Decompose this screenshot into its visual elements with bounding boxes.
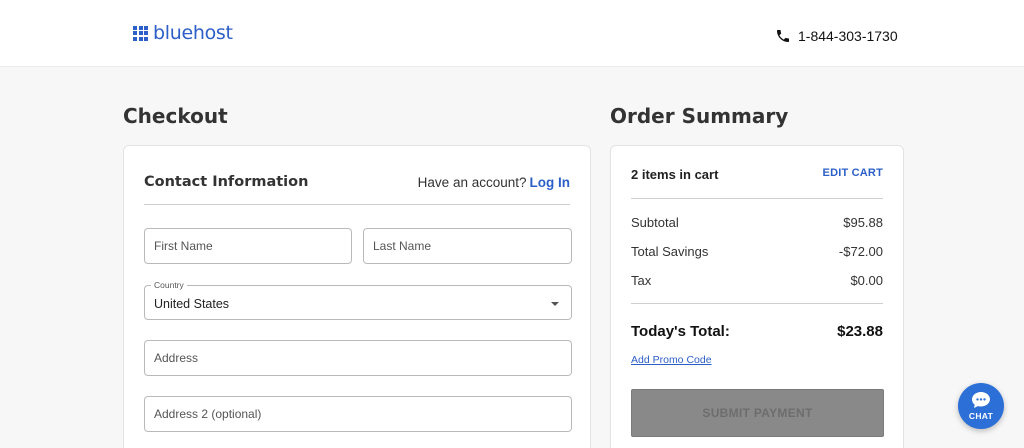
- submit-payment-button[interactable]: SUBMIT PAYMENT: [631, 389, 884, 437]
- login-link[interactable]: Log In: [530, 175, 571, 190]
- bluehost-logo-grid-icon: [133, 25, 148, 41]
- tax-label: Tax: [631, 273, 652, 288]
- last-name-input[interactable]: [364, 229, 571, 263]
- address2-input[interactable]: [145, 397, 571, 431]
- order-summary-title: Order Summary: [610, 104, 789, 128]
- contact-information-card: Contact Information Have an account? Log …: [123, 145, 591, 448]
- edit-cart-link[interactable]: EDIT CART: [823, 167, 883, 182]
- chat-button[interactable]: CHAT: [958, 383, 1004, 429]
- country-select[interactable]: Country United States: [144, 280, 572, 320]
- phone-link[interactable]: 1-844-303-1730: [775, 28, 898, 44]
- country-label: Country: [151, 280, 187, 290]
- bluehost-logo[interactable]: bluehost: [133, 22, 233, 44]
- chevron-down-icon: [551, 302, 559, 306]
- order-summary-card: 2 items in cart EDIT CART Subtotal $95.8…: [610, 145, 904, 448]
- cart-header: 2 items in cart EDIT CART: [631, 167, 883, 182]
- phone-number: 1-844-303-1730: [798, 28, 898, 44]
- address-field[interactable]: [144, 340, 572, 376]
- contact-information-title: Contact Information: [144, 174, 309, 190]
- subtotal-value: $95.88: [843, 215, 883, 230]
- total-savings-value: -$72.00: [838, 244, 883, 259]
- divider: [144, 204, 570, 205]
- tax-row: Tax $0.00: [631, 273, 883, 288]
- divider: [631, 303, 883, 304]
- first-name-field[interactable]: [144, 228, 352, 264]
- todays-total-row: Today's Total: $23.88: [631, 323, 883, 340]
- checkout-title: Checkout: [123, 104, 228, 128]
- chat-label: CHAT: [968, 411, 994, 421]
- tax-value: $0.00: [850, 273, 883, 288]
- account-prompt: Have an account? Log In: [418, 175, 570, 190]
- country-value: United States: [154, 297, 230, 311]
- last-name-field[interactable]: [363, 228, 572, 264]
- subtotal-label: Subtotal: [631, 215, 679, 230]
- subtotal-row: Subtotal $95.88: [631, 215, 883, 230]
- total-savings-row: Total Savings -$72.00: [631, 244, 883, 259]
- first-name-input[interactable]: [145, 229, 351, 263]
- total-savings-label: Total Savings: [631, 244, 709, 259]
- address-input[interactable]: [145, 341, 571, 375]
- add-promo-code-link[interactable]: Add Promo Code: [631, 354, 712, 366]
- chat-bubble-icon: [972, 392, 990, 408]
- todays-total-label: Today's Total:: [631, 323, 730, 340]
- address2-field[interactable]: [144, 396, 572, 432]
- divider: [631, 198, 883, 199]
- account-prompt-text: Have an account?: [417, 175, 527, 190]
- logo-text: bluehost: [153, 22, 233, 44]
- items-in-cart: 2 items in cart: [631, 167, 719, 182]
- phone-icon: [777, 30, 789, 42]
- site-header: bluehost 1-844-303-1730: [0, 0, 1024, 67]
- todays-total-value: $23.88: [837, 323, 883, 340]
